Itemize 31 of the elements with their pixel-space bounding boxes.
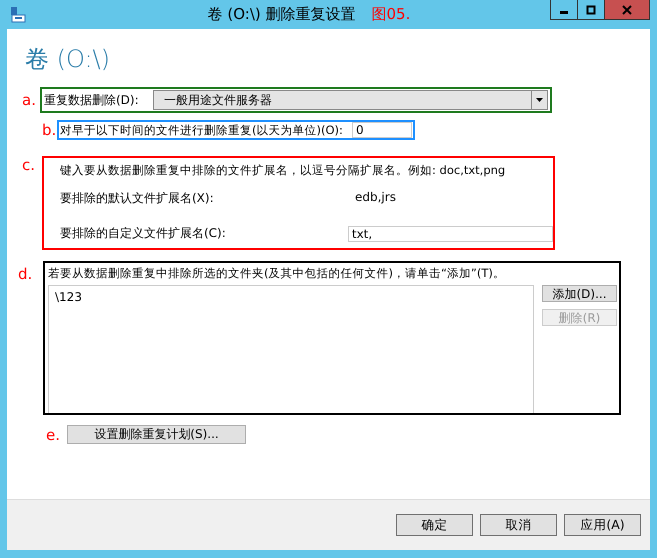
schedule-button[interactable]: 设置删除重复计划(S)... (67, 425, 246, 444)
minimize-icon (560, 11, 568, 14)
maximize-icon (586, 4, 596, 14)
folder-item[interactable]: \123 (55, 290, 527, 304)
dialog-button[interactable]: 取消 (480, 514, 557, 536)
custom-extensions-label: 要排除的自定义文件扩展名(C): (60, 225, 227, 242)
annotation-marker: d. (18, 265, 34, 283)
extensions-hint: 键入要从数据删除重复中排除的文件扩展名，以逗号分隔扩展名。例如: doc,txt,png (60, 163, 506, 178)
folders-hint: 若要从数据删除重复中排除所选的文件夹(及其中包括的任何文件)，请单击“添加”(T)。 (48, 266, 506, 281)
custom-extensions-input[interactable]: txt, (348, 226, 553, 242)
dialog-button[interactable]: 应用(A) (564, 514, 641, 536)
annotation-marker: a. (22, 91, 37, 109)
dedup-label: 重复数据删除(D): (44, 92, 140, 108)
dialog-button[interactable]: 确定 (396, 514, 473, 536)
figure-annotation: 图05. (372, 5, 410, 23)
days-input[interactable]: 0 (352, 122, 412, 138)
annotation-marker: b. (42, 121, 57, 139)
folder-action-button[interactable]: 添加(D)... (542, 285, 617, 302)
annotation-marker: c. (22, 156, 36, 174)
app-icon (9, 6, 27, 24)
window-title: 卷 (O:\) 删除重复设置 (208, 5, 356, 23)
default-extensions-label: 要排除的默认文件扩展名(X): (60, 190, 215, 207)
age-label: 对早于以下时间的文件进行删除重复(以天为单位)(O): (60, 122, 344, 138)
volume-heading: 卷 (O:\) (25, 44, 111, 75)
minimize-button[interactable] (550, 0, 578, 20)
dedup-dropdown[interactable]: 一般用途文件服务器 (153, 90, 548, 110)
folder-list[interactable]: \123 (48, 285, 534, 413)
close-button[interactable] (604, 0, 650, 20)
default-extensions-value: edb,jrs (355, 190, 396, 206)
annotation-marker: e. (46, 426, 61, 444)
close-icon (622, 4, 632, 14)
